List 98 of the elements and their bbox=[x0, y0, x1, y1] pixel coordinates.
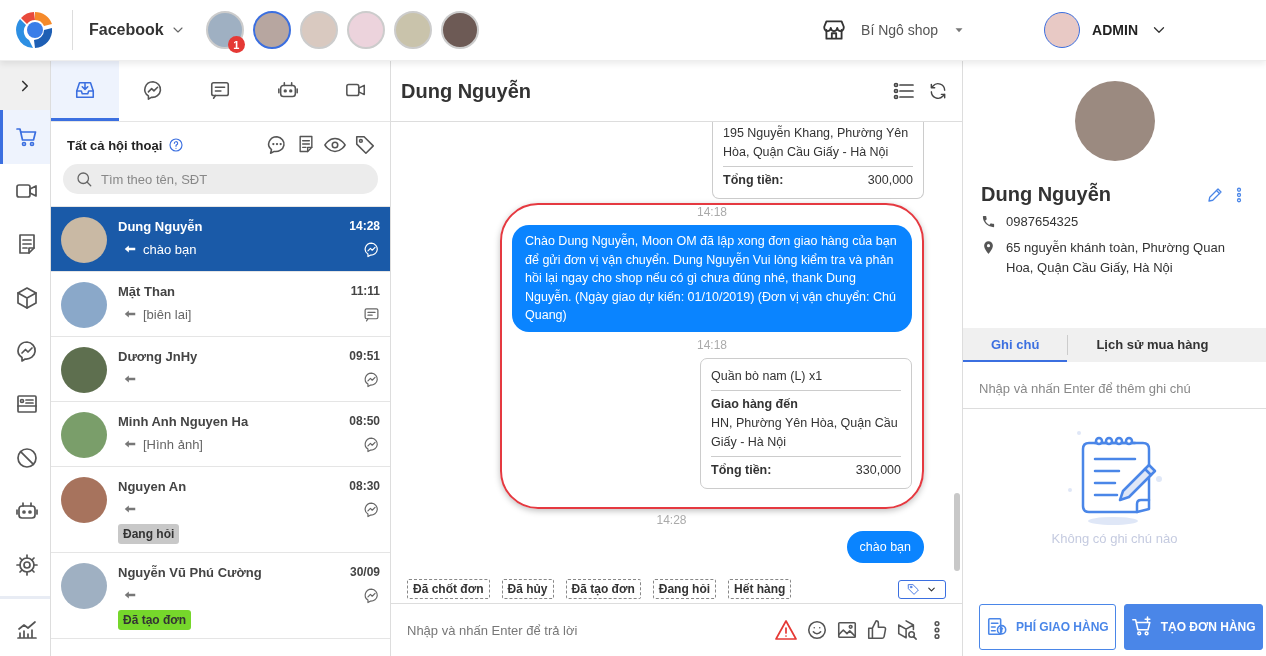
tag-dropdown[interactable] bbox=[898, 579, 946, 599]
messenger-icon bbox=[141, 78, 164, 101]
address-text: 195 Nguyễn Khang, Phường Yên Hòa, Quận Cầu Giấy - Hà Nội bbox=[723, 124, 910, 161]
message-bubble: Chào Dung Nguyễn, Moon OM đã lập xong đơn giao hàng của bạn để gửi đơn vị vận chuyển. Dung Nguyễn Vui lòng kiểm tra và phản hồi lại ngay cho shop nếu có gì chưa đúng nhé, thank Dung Nguyễn. (Ngày giao dự kiến: 01/10/2019) (Đơn vị vận chuyển: Chú Quang) bbox=[512, 225, 912, 332]
chat-title: Dung Nguyễn bbox=[401, 79, 532, 103]
status-tag: Đang hỏi bbox=[118, 524, 180, 544]
tag-chip[interactable]: Đang hỏi bbox=[652, 579, 717, 599]
smile-icon[interactable] bbox=[806, 619, 828, 641]
inbox-tab[interactable] bbox=[51, 61, 119, 121]
avatar-photo bbox=[61, 477, 107, 523]
search-icon bbox=[75, 170, 93, 188]
conversation-item[interactable]: Dung Nguyễn chào bạn 14:28 bbox=[51, 207, 390, 272]
conversation-item[interactable]: Nguyen An Đang hỏi 08:30 bbox=[51, 467, 390, 553]
cube-icon bbox=[14, 285, 39, 310]
store-icon bbox=[821, 17, 848, 43]
chat-bubble-icon[interactable] bbox=[266, 134, 288, 156]
avatar-photo bbox=[61, 217, 107, 263]
panel-tab[interactable]: Lịch sử mua hàng bbox=[1068, 328, 1237, 362]
message-timestamp: 14:18 bbox=[696, 337, 728, 352]
contact-name: Minh Anh Nguyen Ha bbox=[118, 414, 250, 429]
tag-chip[interactable]: Hết hàng bbox=[728, 579, 792, 599]
messenger-icon bbox=[363, 587, 380, 604]
message-time: 14:28 bbox=[349, 219, 380, 233]
message-preview: chào bạn bbox=[143, 241, 197, 257]
tag-chip[interactable]: Đã tạo đơn bbox=[565, 579, 641, 599]
cart-plus-icon bbox=[1130, 616, 1153, 638]
avatar-photo bbox=[61, 412, 107, 458]
message-timestamp: 14:28 bbox=[655, 512, 688, 527]
messenger-icon bbox=[363, 436, 380, 453]
page-avatar[interactable] bbox=[252, 11, 291, 49]
empty-message: Không có ghi chú nào bbox=[1051, 531, 1178, 546]
conversation-item[interactable]: Mặt Than [biên lai] 11:11 bbox=[51, 272, 390, 337]
tag-chip[interactable]: Đã hủy bbox=[501, 579, 554, 599]
message-timestamp: 14:18 bbox=[696, 205, 728, 219]
message-time: 30/09 bbox=[349, 565, 380, 579]
contact-name: Mặt Than bbox=[118, 284, 177, 299]
avatar-photo bbox=[61, 347, 107, 393]
phone-icon bbox=[981, 214, 996, 229]
message-time: 08:50 bbox=[349, 414, 380, 428]
block-icon bbox=[14, 445, 39, 470]
shipping-fee-button[interactable]: PHÍ GIAO HÀNG bbox=[979, 604, 1116, 650]
page-avatar[interactable] bbox=[440, 11, 479, 49]
panel-tab[interactable]: Ghi chú bbox=[963, 328, 1068, 362]
user-avatar[interactable] bbox=[1044, 12, 1081, 48]
message-time: 11:11 bbox=[350, 284, 380, 298]
receipt-icon bbox=[986, 616, 1008, 638]
message-time: 08:30 bbox=[349, 479, 380, 493]
avatar-photo bbox=[61, 282, 107, 328]
total-label: Tổng tiền: bbox=[723, 172, 784, 189]
notification-badge: 1 bbox=[227, 36, 245, 53]
message-preview: [Hình ảnh] bbox=[143, 436, 203, 452]
total-label: Tổng tiền: bbox=[711, 461, 772, 479]
messenger-icon bbox=[14, 339, 39, 363]
message-bubble: chào bạn bbox=[846, 530, 924, 563]
document-icon[interactable] bbox=[296, 134, 316, 154]
phone-number: 0987654325 bbox=[1006, 213, 1079, 231]
customer-address: 65 nguyễn khánh toàn, Phường Quan Hoa, Quận Cầu Giấy, Hà Nội bbox=[1006, 239, 1226, 277]
create-order-button[interactable]: TẠO ĐƠN HÀNG bbox=[1123, 604, 1263, 650]
contact-name: Dung Nguyễn bbox=[118, 219, 204, 234]
tag-icon bbox=[907, 582, 920, 596]
message-time: 09:51 bbox=[349, 349, 380, 363]
help-icon[interactable] bbox=[168, 137, 185, 153]
messenger-icon bbox=[363, 241, 380, 258]
address-text: HN, Phường Yên Hòa, Quận Cầu Giấy - Hà Nội bbox=[711, 414, 899, 451]
scrollbar-thumb[interactable] bbox=[954, 493, 960, 571]
messenger-icon bbox=[363, 501, 380, 518]
channel-dropdown[interactable]: Facebook bbox=[89, 21, 186, 39]
message-preview: [biên lai] bbox=[143, 306, 192, 322]
total-amount: 300,000 bbox=[867, 172, 913, 189]
cart-nav-button[interactable] bbox=[0, 110, 50, 164]
user-name[interactable]: ADMIN bbox=[1092, 22, 1138, 38]
refresh-icon[interactable] bbox=[928, 81, 948, 101]
box-search-icon[interactable] bbox=[896, 619, 918, 641]
search-field[interactable]: Tìm theo tên, SĐT bbox=[63, 164, 378, 194]
list-title: Tất cả hội thoại bbox=[67, 137, 163, 153]
conversation-item[interactable]: Minh Anh Nguyen Ha [Hình ảnh] 08:50 bbox=[51, 402, 390, 467]
contact-name: Nguyen An bbox=[118, 479, 188, 494]
total-amount: 330,000 bbox=[855, 461, 901, 479]
tag-chip[interactable]: Đã chốt đơn bbox=[407, 579, 490, 599]
image-icon[interactable] bbox=[836, 619, 858, 641]
thumbs-up-icon[interactable] bbox=[866, 619, 888, 641]
status-tag: Đã tạo đơn bbox=[118, 610, 192, 630]
customer-name: Dung Nguyễn bbox=[981, 183, 1112, 206]
tag-icon[interactable] bbox=[354, 134, 376, 156]
shipping-label: Giao hàng đến bbox=[711, 395, 799, 413]
messenger-icon bbox=[363, 371, 380, 388]
location-pin-icon bbox=[981, 240, 996, 255]
contact-name: Nguyễn Vũ Phú Cường bbox=[118, 565, 263, 580]
warning-icon[interactable] bbox=[774, 618, 798, 642]
shop-name[interactable]: Bí Ngô shop bbox=[861, 22, 939, 38]
comment-icon bbox=[363, 306, 380, 323]
avatar-photo bbox=[61, 563, 107, 609]
contact-name: Dương JnHy bbox=[118, 349, 199, 364]
conversation-item[interactable]: Dương JnHy 09:51 bbox=[51, 337, 390, 402]
conversation-item[interactable]: Nguyễn Vũ Phú Cường Đã tạo đơn 30/09 bbox=[51, 553, 390, 639]
product-text: Quần bò nam (L) x1 bbox=[711, 367, 824, 385]
settings-icon bbox=[14, 552, 39, 577]
reply-field[interactable]: Nhập và nhấn Enter để trả lời bbox=[405, 614, 766, 646]
